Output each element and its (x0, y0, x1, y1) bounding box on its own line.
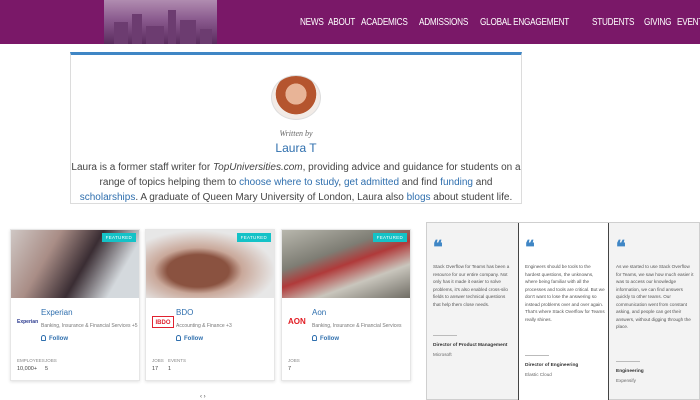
featured-badge: FEATURED (101, 233, 136, 242)
stat-value: 5 (45, 366, 49, 372)
follow-label: Follow (184, 336, 203, 342)
nav-item-giving[interactable]: GIVING (644, 16, 672, 28)
stat-label: JOBS (152, 358, 164, 363)
employer-logo-text: AON (288, 317, 306, 326)
quote-icon: ❝ (433, 237, 443, 257)
blogs-link[interactable]: blogs (407, 192, 431, 203)
bio-text: . A graduate of Queen Mary University of… (135, 192, 407, 203)
get-admitted-link[interactable]: get admitted (344, 177, 399, 188)
employer-logo: IBDO (152, 316, 174, 328)
follow-label: Follow (49, 336, 68, 342)
bell-icon (312, 335, 317, 341)
bio-text: about student life. (430, 192, 513, 203)
scholarships-link[interactable]: scholarships (80, 192, 136, 203)
quote-icon: ❝ (616, 237, 626, 257)
testimonial-role: Director of Engineering (525, 363, 579, 368)
nav-item-news[interactable]: NEWS (300, 16, 324, 28)
choose-where-to-study-link[interactable]: choose where to study (239, 177, 338, 188)
funding-link[interactable]: funding (440, 177, 473, 188)
stat-value: 1 (168, 366, 172, 372)
testimonial-card: ❝ Engineers should be tools to the harde… (518, 223, 609, 400)
author-bio: Laura is a former staff writer for TopUn… (70, 160, 522, 205)
bio-text: and find (399, 177, 441, 188)
employer-industry: Banking, Insurance & Financial Services … (41, 323, 138, 329)
employer-industry: Banking, Insurance & Financial Services (312, 323, 402, 329)
employer-card-experian[interactable]: FEATURED Experian Experian Banking, Insu… (10, 229, 140, 381)
carousel-pagination[interactable]: ‹ › (200, 394, 206, 400)
nav-item-admissions[interactable]: ADMISSIONS (419, 16, 468, 28)
testimonial-company: Elastic Cloud (525, 372, 552, 377)
nav-item-students[interactable]: STUDENTS (592, 16, 635, 28)
nav-item-events[interactable]: EVENTS (677, 16, 700, 28)
employer-card-aon[interactable]: FEATURED AON Aon Banking, Insurance & Fi… (281, 229, 411, 381)
divider (616, 361, 640, 362)
stat-value: 10,000+ (17, 366, 38, 372)
employer-name[interactable]: Aon (312, 308, 326, 317)
employer-logo: Experian (17, 316, 39, 328)
nav-item-about[interactable]: ABOUT (328, 16, 355, 28)
featured-badge: FEATURED (372, 233, 407, 242)
main-nav: NEWS ABOUT ACADEMICS ADMISSIONS GLOBAL E… (300, 12, 700, 32)
nav-item-academics[interactable]: ACADEMICS (361, 16, 408, 28)
testimonial-company: Expensify (616, 378, 636, 383)
stat-value: 17 (152, 366, 159, 372)
employer-logo: AON (288, 316, 310, 328)
follow-button[interactable]: Follow (312, 335, 339, 342)
stat-label: EVENTS (168, 358, 187, 363)
author-avatar (271, 75, 321, 120)
testimonial-text: As we started to use Stack Overflow for … (616, 264, 694, 329)
follow-label: Follow (320, 336, 339, 342)
employer-name[interactable]: Experian (41, 308, 73, 317)
featured-badge: FEATURED (236, 233, 271, 242)
testimonial-text: Stack Overflow for Teams has been a reso… (433, 264, 510, 307)
testimonial-text: Engineers should be tools to the hardest… (525, 264, 605, 322)
employer-industry: Accounting & Finance +3 (176, 323, 232, 329)
bell-icon (41, 335, 46, 341)
testimonials-panel: ❝ Stack Overflow for Teams has been a re… (426, 222, 700, 400)
author-name-link[interactable]: Laura T (71, 141, 521, 155)
employer-card-bdo[interactable]: FEATURED IBDO BDO Accounting & Finance +… (145, 229, 275, 381)
stat-label: JOBS (45, 358, 57, 363)
testimonial-company: Microsoft (433, 352, 452, 357)
header-banner-image (104, 0, 217, 44)
testimonial-card: ❝ As we started to use Stack Overflow fo… (610, 223, 700, 400)
divider (433, 335, 457, 336)
nav-item-global-engagement[interactable]: GLOBAL ENGAGEMENT (480, 16, 569, 28)
testimonial-role: Director of Product Management (433, 343, 508, 348)
employer-name[interactable]: BDO (176, 308, 193, 317)
employer-logo-text: IBDO (155, 320, 171, 326)
follow-button[interactable]: Follow (176, 335, 203, 342)
employer-logo-text: Experian (17, 319, 39, 325)
quote-icon: ❝ (525, 237, 535, 257)
stat-label: JOBS (288, 358, 300, 363)
written-by-label: Written by (279, 129, 313, 138)
divider (525, 355, 549, 356)
site-header: NEWS ABOUT ACADEMICS ADMISSIONS GLOBAL E… (0, 0, 700, 44)
testimonial-card: ❝ Stack Overflow for Teams has been a re… (427, 223, 518, 400)
bell-icon (176, 335, 181, 341)
stat-label: EMPLOYEES (17, 358, 45, 363)
stat-value: 7 (288, 366, 292, 372)
bio-text: Laura is a former staff writer for (71, 162, 213, 173)
bio-text: and (472, 177, 493, 188)
testimonial-role: Engineering (616, 369, 644, 374)
bio-site-name: TopUniversities.com (212, 162, 303, 173)
follow-button[interactable]: Follow (41, 335, 68, 342)
